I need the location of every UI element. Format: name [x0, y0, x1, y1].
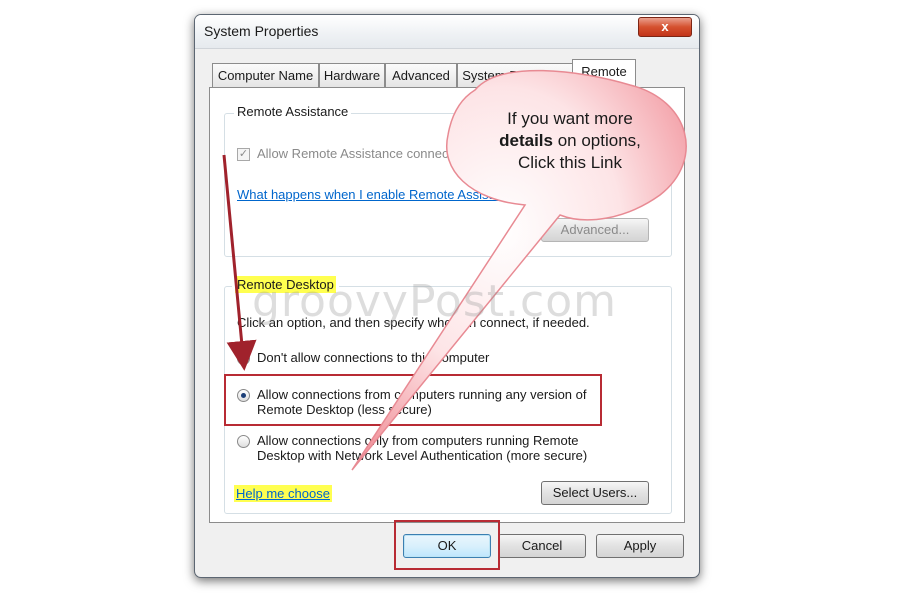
callout-text: If you want more details on options, Cli…	[470, 108, 670, 174]
callout-bold-word: details	[499, 131, 553, 150]
red-arrow	[222, 154, 257, 371]
watermark: groovyPost.com	[252, 276, 617, 327]
callout-line-1: If you want more	[507, 109, 633, 128]
callout-line-3: Click this Link	[518, 153, 622, 172]
callout-line-2-rest: on options,	[552, 131, 641, 150]
callout-line-2: details on options,	[470, 130, 670, 152]
